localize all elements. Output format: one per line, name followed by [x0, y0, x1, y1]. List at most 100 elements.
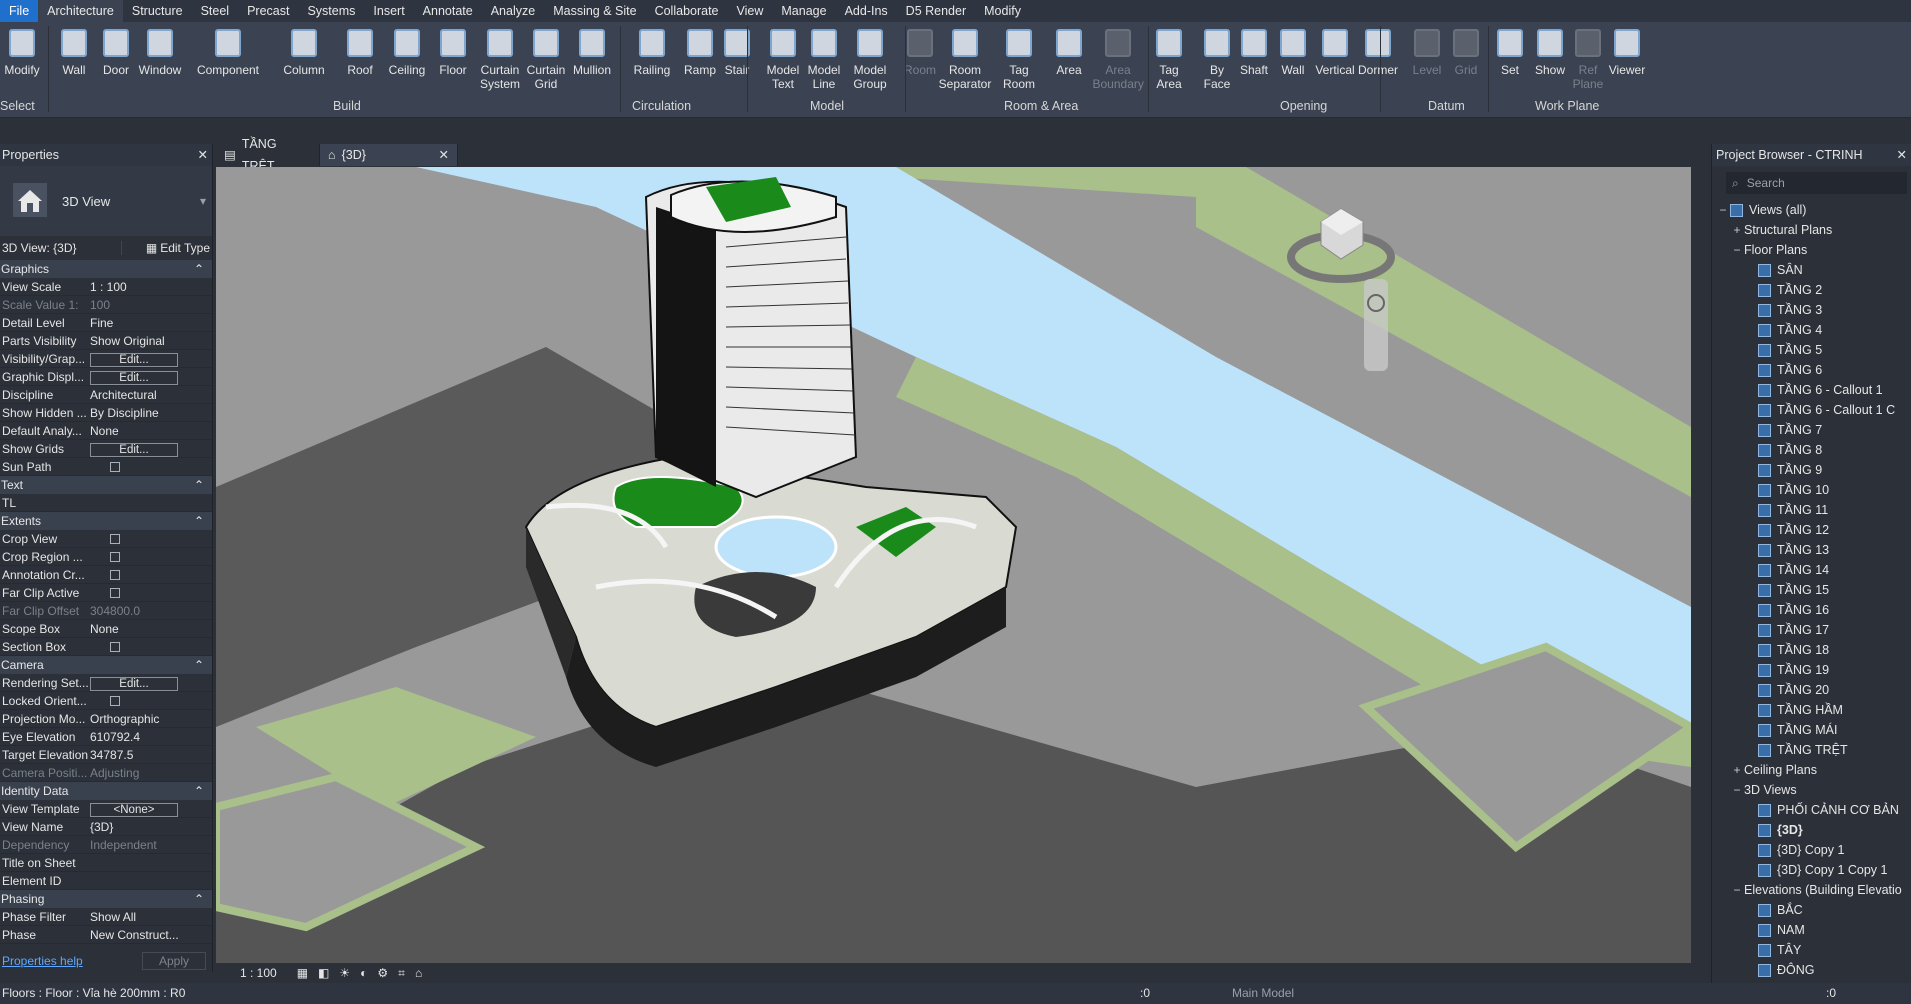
menu-tab-steel[interactable]: Steel	[192, 0, 239, 22]
menu-tab-d5-render[interactable]: D5 Render	[897, 0, 975, 22]
property-edit-button[interactable]: Edit...	[90, 353, 178, 367]
browser-item[interactable]: PHỐI CẢNH CƠ BẢN	[1712, 800, 1911, 820]
property-value[interactable]: 610792.4	[88, 728, 192, 745]
ribbon-button-area[interactable]: Area	[1045, 26, 1094, 77]
view-instance-selector[interactable]: 3D View: {3D}	[2, 241, 122, 255]
browser-item[interactable]: − Elevations (Building Elevatio	[1712, 880, 1911, 900]
browser-item[interactable]: TẦNG 15	[1712, 580, 1911, 600]
property-value[interactable]: {3D}	[88, 818, 192, 835]
property-edit-button[interactable]: Edit...	[90, 371, 178, 385]
browser-item[interactable]: TẦNG 4	[1712, 320, 1911, 340]
crop-view-icon[interactable]: ⌗	[398, 966, 405, 981]
view-scale[interactable]: 1 : 100	[240, 966, 277, 980]
property-group-graphics[interactable]: Graphics ⌃	[0, 260, 212, 278]
browser-item[interactable]: {3D} Copy 1	[1712, 840, 1911, 860]
ribbon-button-set[interactable]: Set	[1490, 26, 1530, 77]
browser-item[interactable]: TẦNG 8	[1712, 440, 1911, 460]
ribbon-button-stair[interactable]: Stair	[714, 26, 760, 77]
ribbon-group-room-area[interactable]: Room & Area	[1004, 99, 1078, 113]
property-checkbox[interactable]	[110, 588, 120, 598]
browser-item[interactable]: −3D Views	[1712, 780, 1911, 800]
collapse-icon[interactable]: ⌃	[194, 260, 204, 278]
browser-item[interactable]: − Floor Plans	[1712, 240, 1911, 260]
ribbon-button-model-line[interactable]: Model Line	[801, 26, 847, 91]
browser-item[interactable]: TẦNG 14	[1712, 560, 1911, 580]
browser-item[interactable]: TẦNG 18	[1712, 640, 1911, 660]
lock-view-icon[interactable]: ⌂	[415, 966, 422, 980]
browser-item[interactable]: ĐÔNG	[1712, 960, 1911, 980]
detail-level-icon[interactable]: ▦	[297, 966, 308, 980]
ribbon-button-railing[interactable]: Railing	[628, 26, 676, 77]
ribbon-button-component[interactable]: Component	[190, 26, 266, 77]
ribbon-button-shaft[interactable]: Shaft	[1234, 26, 1274, 77]
property-value[interactable]: Architectural	[88, 386, 192, 403]
browser-item[interactable]: TẦNG 11	[1712, 500, 1911, 520]
3d-view-canvas[interactable]	[216, 167, 1691, 963]
property-group-extents[interactable]: Extents ⌃	[0, 512, 212, 530]
property-value[interactable]	[88, 638, 192, 655]
property-checkbox[interactable]	[110, 462, 120, 472]
edit-type-button[interactable]: ▦ Edit Type	[146, 241, 210, 255]
property-value[interactable]: New Construct...	[88, 926, 192, 943]
ribbon-button-floor[interactable]: Floor	[430, 26, 477, 77]
property-value[interactable]: None	[88, 620, 192, 637]
ribbon-button-vertical[interactable]: Vertical	[1314, 26, 1357, 77]
render-icon[interactable]: ⚙	[377, 966, 388, 980]
collapse-icon[interactable]: ⌃	[194, 656, 204, 674]
property-checkbox[interactable]	[110, 534, 120, 544]
browser-item[interactable]: TẦNG 10	[1712, 480, 1911, 500]
menu-tab-analyze[interactable]: Analyze	[482, 0, 544, 22]
collapse-icon[interactable]: ⌃	[194, 782, 204, 800]
browser-item[interactable]: + Ceiling Plans	[1712, 760, 1911, 780]
menu-tab-insert[interactable]: Insert	[364, 0, 413, 22]
menu-tab-precast[interactable]: Precast	[238, 0, 298, 22]
property-value[interactable]: 1 : 100	[88, 278, 192, 295]
ribbon-button-modify[interactable]: Modify	[0, 26, 48, 77]
ribbon-button-viewer[interactable]: Viewer	[1603, 26, 1651, 77]
ribbon-button-column[interactable]: Column	[276, 26, 332, 77]
menu-tab-massing-site[interactable]: Massing & Site	[544, 0, 645, 22]
browser-item[interactable]: TÂY	[1712, 940, 1911, 960]
ribbon-button-model-group[interactable]: Model Group	[845, 26, 895, 91]
property-value[interactable]: Show Original	[88, 332, 192, 349]
property-group-text[interactable]: Text ⌃	[0, 476, 212, 494]
property-value[interactable]: Fine	[88, 314, 192, 331]
ribbon-group-select[interactable]: Select	[0, 99, 35, 113]
ribbon-button-ceiling[interactable]: Ceiling	[384, 26, 430, 77]
ribbon-button-show[interactable]: Show	[1530, 26, 1570, 77]
property-value[interactable]	[88, 692, 192, 709]
menu-tab-structure[interactable]: Structure	[123, 0, 192, 22]
filter-count[interactable]: :0	[1826, 986, 1836, 1000]
collapse-icon[interactable]: −	[1716, 200, 1730, 220]
browser-item[interactable]: {3D} Copy 1 Copy 1	[1712, 860, 1911, 880]
ribbon-button-roof[interactable]: Roof	[337, 26, 384, 77]
collapse-icon[interactable]: −	[1730, 780, 1744, 800]
menu-tab-view[interactable]: View	[728, 0, 773, 22]
browser-item[interactable]: TẦNG 20	[1712, 680, 1911, 700]
visual-style-icon[interactable]: ◧	[318, 966, 329, 980]
ribbon-button-dormer[interactable]: Dormer	[1354, 26, 1403, 77]
browser-item[interactable]: TẦNG 17	[1712, 620, 1911, 640]
property-value[interactable]	[88, 584, 192, 601]
shadows-icon[interactable]: ◐	[360, 966, 367, 980]
menu-tab-systems[interactable]: Systems	[298, 0, 364, 22]
collapse-icon[interactable]: −	[1730, 880, 1744, 900]
ribbon-button-model-text[interactable]: Model Text	[763, 26, 804, 91]
design-option[interactable]: Main Model	[1232, 986, 1294, 1000]
browser-item[interactable]: TẦNG 7	[1712, 420, 1911, 440]
property-value[interactable]: 34787.5	[88, 746, 192, 763]
property-value[interactable]: By Discipline	[88, 404, 192, 421]
property-group-camera[interactable]: Camera ⌃	[0, 656, 212, 674]
property-value[interactable]	[88, 548, 192, 565]
menu-tab-manage[interactable]: Manage	[772, 0, 835, 22]
menu-tab-add-ins[interactable]: Add-Ins	[836, 0, 897, 22]
browser-item[interactable]: − Views (all)	[1712, 200, 1911, 220]
close-icon[interactable]: ✕	[198, 144, 208, 166]
property-value[interactable]: Show All	[88, 908, 192, 925]
browser-item[interactable]: TẦNG HẦM	[1712, 700, 1911, 720]
browser-item[interactable]: SÂN	[1712, 260, 1911, 280]
browser-item[interactable]: TẦNG TRỆT	[1712, 740, 1911, 760]
ribbon-button-window[interactable]: Window	[126, 26, 194, 77]
ribbon-button-room-separator[interactable]: Room Separator	[938, 26, 992, 91]
browser-item[interactable]: {3D}	[1712, 820, 1911, 840]
